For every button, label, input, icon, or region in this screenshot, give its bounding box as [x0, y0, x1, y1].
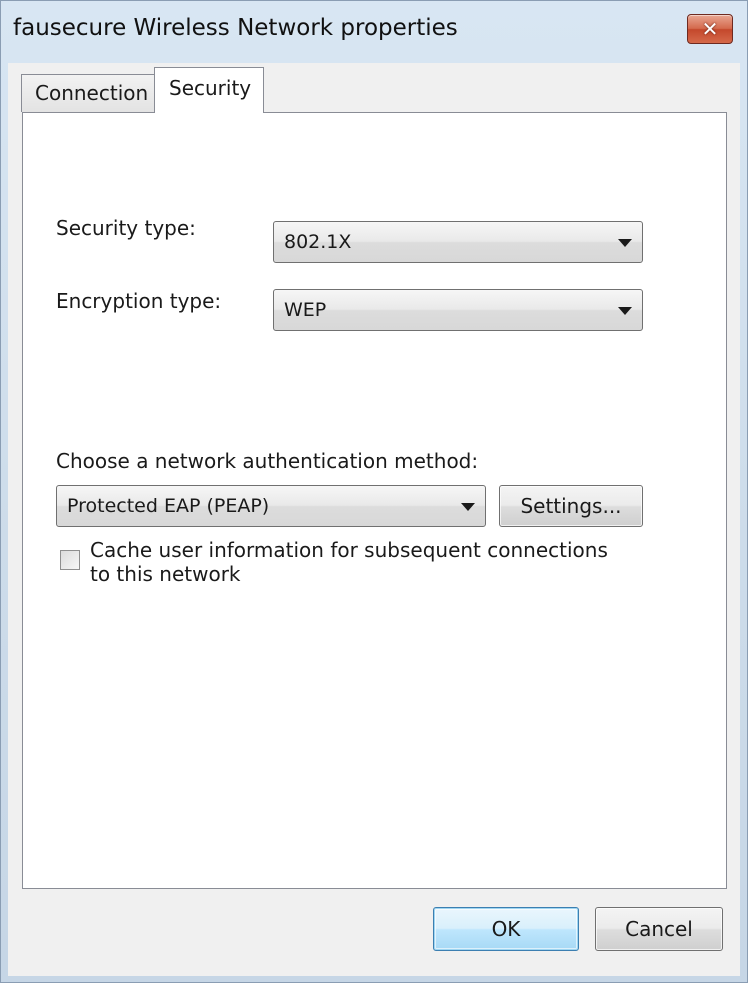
- security-type-value: 802.1X: [284, 231, 352, 253]
- chevron-down-icon: [461, 503, 475, 511]
- chevron-down-icon: [618, 239, 632, 247]
- chevron-down-icon: [618, 307, 632, 315]
- encryption-type-label: Encryption type:: [56, 289, 222, 313]
- cache-user-info-line1: Cache user information for subsequent co…: [90, 538, 608, 562]
- security-type-dropdown[interactable]: 802.1X: [273, 221, 643, 263]
- window-title: fausecure Wireless Network properties: [13, 15, 458, 41]
- encryption-type-value: WEP: [284, 299, 327, 321]
- ok-button[interactable]: OK: [433, 907, 579, 951]
- close-icon: ✕: [701, 17, 719, 41]
- dialog-client-area: Connection Security Security type: 802.1…: [8, 63, 740, 976]
- properties-window: fausecure Wireless Network properties ✕ …: [0, 0, 748, 983]
- cache-user-info-label[interactable]: Cache user information for subsequent co…: [90, 538, 608, 586]
- auth-method-value: Protected EAP (PEAP): [67, 495, 270, 517]
- cancel-button[interactable]: Cancel: [595, 907, 723, 951]
- tab-security-label: Security: [169, 76, 252, 100]
- cache-user-info-line2: to this network: [90, 562, 241, 586]
- tab-security[interactable]: Security: [154, 67, 264, 113]
- close-button[interactable]: ✕: [687, 14, 733, 44]
- tab-connection[interactable]: Connection: [21, 74, 155, 112]
- security-type-label: Security type:: [56, 216, 196, 240]
- title-bar[interactable]: fausecure Wireless Network properties ✕: [1, 1, 747, 63]
- encryption-type-dropdown[interactable]: WEP: [273, 289, 643, 331]
- security-tab-panel: Security type: 802.1X Encryption type: W…: [22, 112, 727, 889]
- auth-method-dropdown[interactable]: Protected EAP (PEAP): [56, 485, 486, 527]
- auth-method-label: Choose a network authentication method:: [56, 449, 479, 473]
- settings-button[interactable]: Settings...: [499, 485, 643, 527]
- cache-user-info-checkbox[interactable]: [60, 550, 80, 570]
- tab-connection-label: Connection: [35, 81, 149, 105]
